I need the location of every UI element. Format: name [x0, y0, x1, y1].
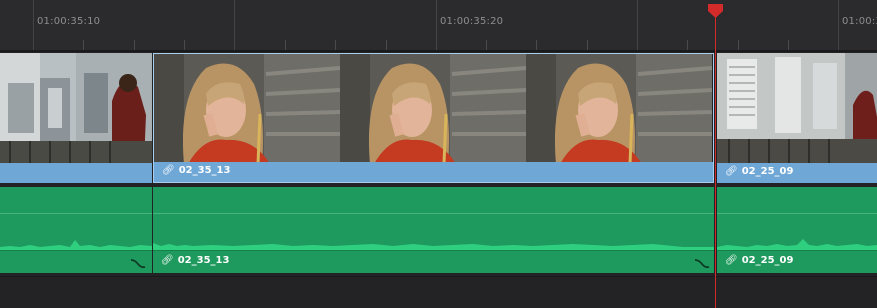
ruler-timecode: 01:00:3 — [842, 16, 877, 27]
audio-level-line — [0, 213, 152, 214]
ruler-tick — [436, 0, 437, 50]
ruler-tick — [285, 40, 286, 50]
ruler-tick — [33, 0, 34, 50]
ruler-tick — [486, 40, 487, 50]
ruler-tick — [587, 40, 588, 50]
ruler-tick — [738, 40, 739, 50]
link-icon: 🔗︎ — [162, 165, 175, 176]
audio-waveform — [0, 240, 152, 251]
clip-thumbnail — [717, 53, 877, 163]
audio-clip[interactable]: 🔗︎ 02_25_09 — [717, 187, 877, 273]
clip-thumbnail — [0, 53, 152, 163]
video-clip[interactable]: 🔗︎ 02_25_09 — [717, 53, 877, 183]
audio-level-line — [717, 213, 877, 214]
clip-name: 02_25_09 — [741, 255, 794, 266]
ruler-tick — [838, 0, 839, 50]
ruler-timecode: 01:00:35:10 — [37, 16, 101, 27]
ruler-tick — [83, 40, 84, 50]
fade-curve-icon[interactable] — [694, 257, 710, 269]
ruler-tick — [788, 40, 789, 50]
playhead-marker-icon[interactable] — [708, 4, 723, 18]
ruler-tick — [184, 40, 185, 50]
ruler-tick — [386, 40, 387, 50]
audio-waveform — [717, 239, 877, 251]
audio-clip[interactable] — [0, 187, 152, 273]
clip-label-bar: 🔗︎ 02_25_09 — [717, 163, 877, 183]
clip-label-bar — [0, 163, 152, 183]
audio-waveform — [153, 243, 714, 251]
audio-level-line — [153, 213, 714, 214]
audio-clip[interactable]: 🔗︎ 02_35_13 — [153, 187, 714, 273]
clip-name: 02_25_09 — [741, 166, 794, 177]
ruler-tick — [335, 40, 336, 50]
empty-track[interactable] — [0, 276, 877, 308]
timecode-ruler[interactable]: 01:00:35:10 01:00:35:20 01:00:3 — [0, 0, 877, 51]
link-icon: 🔗︎ — [725, 166, 738, 177]
ruler-timecode: 01:00:35:20 — [440, 16, 504, 27]
link-icon: 🔗︎ — [161, 255, 174, 266]
link-icon: 🔗︎ — [725, 255, 738, 266]
playhead-line[interactable] — [715, 8, 716, 308]
clip-label-bar: 🔗︎ 02_35_13 — [154, 162, 713, 182]
clip-label-bar: 🔗︎ 02_35_13 — [153, 250, 714, 273]
ruler-tick — [687, 40, 688, 50]
clip-name: 02_35_13 — [178, 165, 231, 176]
video-clip-selected[interactable]: 🔗︎ 02_35_13 — [153, 53, 714, 183]
ruler-separator — [0, 51, 877, 52]
ruler-tick — [134, 40, 135, 50]
ruler-tick — [234, 0, 235, 50]
timeline-panel[interactable]: 01:00:35:10 01:00:35:20 01:00:3 — [0, 0, 877, 308]
ruler-tick — [637, 0, 638, 50]
video-clip[interactable] — [0, 53, 152, 183]
clip-thumbnail-strip — [154, 54, 713, 164]
clip-label-bar: 🔗︎ 02_25_09 — [717, 250, 877, 273]
clip-name: 02_35_13 — [177, 255, 230, 266]
ruler-tick — [536, 40, 537, 50]
fade-curve-icon[interactable] — [130, 257, 146, 269]
